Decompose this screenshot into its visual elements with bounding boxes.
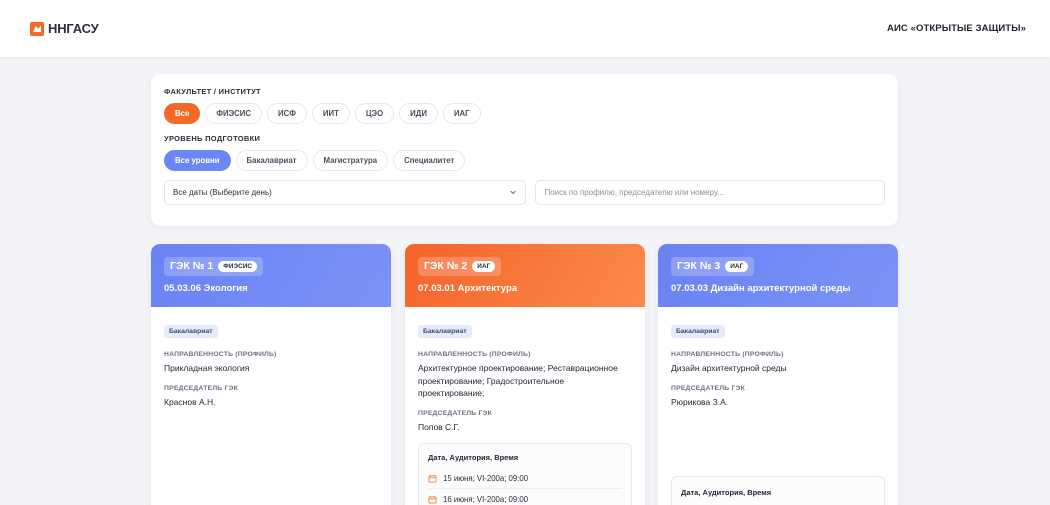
faculty-chip-iit[interactable]: ИИТ	[311, 103, 350, 124]
level-badge: Бакалавриат	[671, 325, 725, 338]
program-code: 07.03.01 Архитектура	[418, 282, 518, 294]
chair-label: ПРЕДСЕДАТЕЛЬ ГЭК	[164, 384, 238, 392]
calendar-icon	[428, 495, 437, 504]
chevron-down-icon	[509, 188, 517, 198]
faculty-chip-fiesis[interactable]: ФИЭСИС	[205, 103, 262, 124]
card-body: Бакалавриат НАПРАВЛЕННОСТЬ (ПРОФИЛЬ) При…	[151, 307, 391, 421]
chair-label: ПРЕДСЕДАТЕЛЬ ГЭК	[671, 384, 745, 392]
gek-card-2[interactable]: ГЭК № 2 ИАГ 07.03.01 Архитектура Бакалав…	[405, 244, 645, 505]
chair-value: Рюрикова З.А.	[671, 396, 729, 407]
search-placeholder: Поиск по профилю, председателю или номер…	[544, 188, 724, 197]
gek-badge: ГЭК № 2 ИАГ	[418, 256, 502, 276]
profile-label: НАПРАВЛЕННОСТЬ (ПРОФИЛЬ)	[418, 351, 531, 358]
level-chip-all[interactable]: Все уровни	[164, 150, 231, 171]
faculty-chip-all[interactable]: Все	[164, 103, 201, 124]
schedule-title: Дата, Аудитория, Время	[681, 488, 772, 497]
gek-number: ГЭК № 1	[170, 260, 214, 272]
card-body: Бакалавриат НАПРАВЛЕННОСТЬ (ПРОФИЛЬ) Арх…	[405, 307, 645, 505]
faculty-chip-tseo[interactable]: ЦЭО	[354, 103, 395, 124]
card-body: Бакалавриат НАПРАВЛЕННОСТЬ (ПРОФИЛЬ) Диз…	[658, 307, 898, 505]
card-header: ГЭК № 3 ИАГ 07.03.03 Дизайн архитектурно…	[658, 244, 898, 307]
schedule-entry: 16 июня; VI-200а; 09:00	[443, 494, 529, 504]
filter-controls: Все даты (Выберите день) Поиск по профил…	[164, 180, 885, 205]
card-header: ГЭК № 2 ИАГ 07.03.01 Архитектура	[405, 244, 645, 307]
profile-label: НАПРАВЛЕННОСТЬ (ПРОФИЛЬ)	[164, 351, 277, 358]
filter-panel: ФАКУЛЬТЕТ / ИНСТИТУТ Все ФИЭСИС ИСФ ИИТ …	[151, 74, 898, 226]
faculty-filter-label: ФАКУЛЬТЕТ / ИНСТИТУТ	[164, 87, 261, 96]
faculty-chip-idi[interactable]: ИДИ	[399, 103, 438, 124]
logo-icon	[30, 21, 44, 36]
institute-pill: ФИЭСИС	[218, 260, 258, 272]
profile-value: Архитектурное проектирование; Реставраци…	[418, 363, 618, 398]
chair-value: Краснов А.Н.	[164, 396, 216, 407]
gek-badge: ГЭК № 3 ИАГ	[671, 256, 755, 276]
chair-value: Попов С.Г.	[418, 421, 460, 432]
level-chip-bachelor[interactable]: Бакалавриат	[235, 150, 308, 171]
level-chip-specialist[interactable]: Специалитет	[393, 150, 466, 171]
schedule-row: 16 июня; VI-200а; 09:00	[428, 489, 622, 505]
date-select[interactable]: Все даты (Выберите день)	[164, 180, 527, 205]
level-chips: Все уровни Бакалавриат Магистратура Спец…	[164, 150, 885, 171]
profile-value: Дизайн архитектурной среды	[671, 363, 787, 373]
gek-number: ГЭК № 2	[424, 260, 468, 272]
level-badge: Бакалавриат	[164, 325, 218, 338]
profile-label: НАПРАВЛЕННОСТЬ (ПРОФИЛЬ)	[671, 351, 784, 358]
card-header: ГЭК № 1 ФИЭСИС 05.03.06 Экология	[151, 244, 391, 307]
gek-number: ГЭК № 3	[677, 260, 721, 272]
faculty-chip-isf[interactable]: ИСФ	[266, 103, 307, 124]
schedule-box: Дата, Аудитория, Время 15 июня; VI-200а;…	[418, 443, 632, 505]
program-code: 05.03.06 Экология	[164, 282, 248, 294]
profile-value: Прикладная экология	[164, 363, 250, 373]
calendar-icon	[428, 474, 437, 483]
faculty-chips: Все ФИЭСИС ИСФ ИИТ ЦЭО ИДИ ИАГ	[164, 103, 885, 124]
gek-badge: ГЭК № 1 ФИЭСИС	[164, 256, 264, 276]
schedule-row: 15 июня; VI-200а; 09:00	[428, 468, 622, 489]
level-badge: Бакалавриат	[418, 325, 472, 338]
level-chip-master[interactable]: Магистратура	[312, 150, 389, 171]
date-select-value: Все даты (Выберите день)	[173, 188, 272, 197]
top-bar: ННГАСУ АИС «ОТКРЫТЫЕ ЗАЩИТЫ»	[0, 0, 1050, 57]
schedule-title: Дата, Аудитория, Время	[428, 453, 519, 462]
institute-pill: ИАГ	[725, 260, 749, 272]
schedule-entry: 15 июня; VI-200а; 09:00	[443, 473, 529, 483]
gek-card-3[interactable]: ГЭК № 3 ИАГ 07.03.03 Дизайн архитектурно…	[658, 244, 898, 505]
program-code: 07.03.03 Дизайн архитектурной среды	[671, 282, 851, 294]
logo-text: ННГАСУ	[48, 21, 99, 36]
system-title: АИС «ОТКРЫТЫЕ ЗАЩИТЫ»	[887, 23, 1026, 34]
chair-label: ПРЕДСЕДАТЕЛЬ ГЭК	[418, 409, 492, 417]
search-input[interactable]: Поиск по профилю, председателю или номер…	[535, 180, 885, 205]
schedule-box: Дата, Аудитория, Время	[671, 476, 885, 505]
gek-card-1[interactable]: ГЭК № 1 ФИЭСИС 05.03.06 Экология Бакалав…	[151, 244, 391, 505]
faculty-chip-iag[interactable]: ИАГ	[442, 103, 481, 124]
institute-pill: ИАГ	[472, 260, 496, 272]
level-filter-label: УРОВЕНЬ ПОДГОТОВКИ	[164, 134, 261, 143]
logo[interactable]: ННГАСУ	[30, 21, 99, 36]
